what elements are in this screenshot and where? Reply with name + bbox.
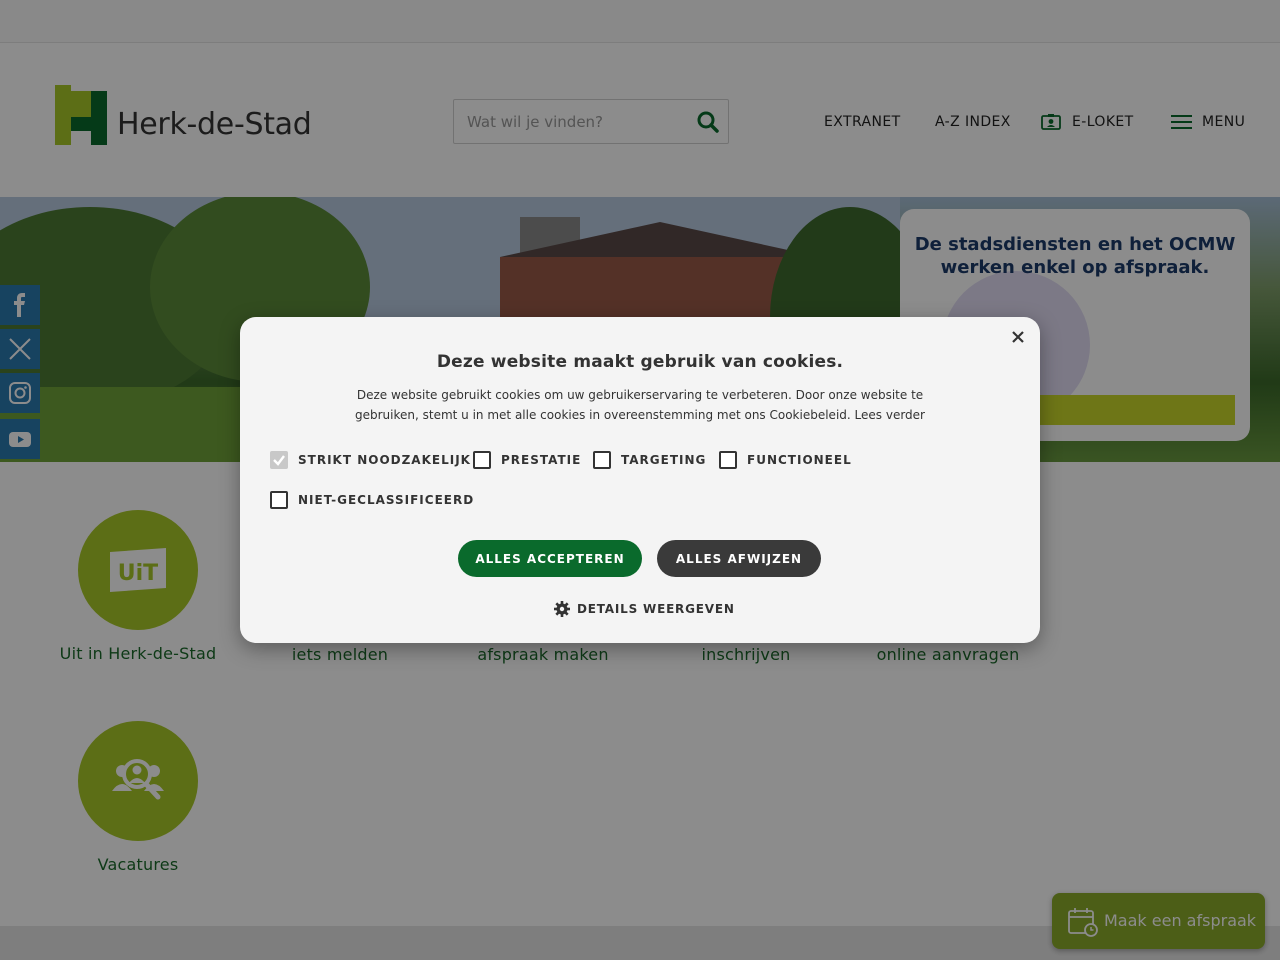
read-more-link[interactable]: Lees verder bbox=[855, 408, 925, 422]
accept-all-button[interactable]: ALLES ACCEPTEREN bbox=[458, 540, 642, 577]
cookie-description: Deze website gebruikt cookies om uw gebr… bbox=[355, 388, 925, 422]
gear-icon bbox=[554, 601, 570, 617]
checkbox-unclassified-box bbox=[270, 491, 288, 509]
reject-all-button[interactable]: ALLES AFWIJZEN bbox=[657, 540, 821, 577]
checkbox-functional-box bbox=[719, 451, 737, 469]
checkbox-performance-box bbox=[473, 451, 491, 469]
cookie-title: Deze website maakt gebruik van cookies. bbox=[436, 352, 844, 372]
check-icon bbox=[273, 455, 285, 466]
checkbox-strictly-necessary-box bbox=[270, 451, 288, 469]
cookie-consent-dialog: Deze website maakt gebruik van cookies. … bbox=[240, 317, 1040, 643]
checkbox-targeting-box bbox=[593, 451, 611, 469]
close-icon[interactable] bbox=[1008, 327, 1028, 347]
